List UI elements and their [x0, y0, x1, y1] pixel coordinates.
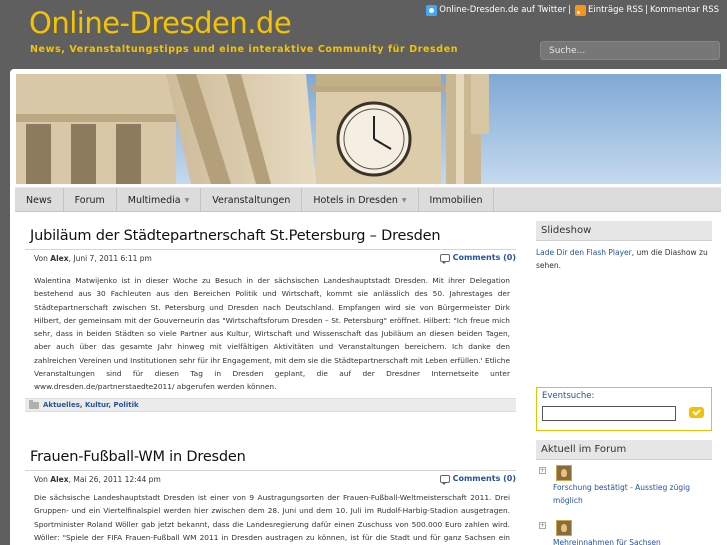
post-meta: Von Alex, Mai 26, 2011 12:44 pm: [34, 475, 161, 484]
widget-title: Aktuell im Forum: [536, 440, 712, 460]
page-content: News Forum Multimedia ▼ Veranstaltungen H…: [10, 69, 727, 545]
entries-rss-label: Einträge RSS: [587, 5, 644, 15]
nav-label: Hotels in Dresden: [313, 194, 398, 206]
main-navigation: News Forum Multimedia ▼ Veranstaltungen H…: [15, 187, 721, 212]
nav-item-multimedia[interactable]: Multimedia ▼: [117, 188, 202, 212]
post-category-links[interactable]: Aktuelles, Kultur, Politik: [43, 401, 139, 409]
folder-icon: [29, 399, 39, 409]
post-author[interactable]: Alex: [50, 475, 68, 484]
link-separator: |: [568, 5, 571, 15]
comments-link[interactable]: Comments (0): [439, 253, 516, 264]
post-meta-prefix: Von: [34, 475, 48, 484]
expand-plus-icon[interactable]: +: [539, 467, 546, 474]
comments-link-label: Comments (0): [452, 474, 516, 483]
event-search-widget: Eventsuche:: [536, 387, 712, 431]
post-categories: Aktuelles, Kultur, Politik: [25, 398, 516, 412]
event-search-colon: :: [591, 391, 595, 401]
twitter-icon: [426, 4, 438, 16]
nav-item-immobilien[interactable]: Immobilien: [419, 188, 495, 212]
header-banner-image: [16, 74, 721, 184]
post-date: , Juni 7, 2011 6:11 pm: [68, 254, 152, 263]
forum-topic-link[interactable]: Mehreinnahmen für Sachsen: [553, 537, 708, 545]
nav-label: Immobilien: [429, 194, 483, 206]
post-body: Walentina Matwijenko ist in dieser Woche…: [34, 276, 510, 392]
forum-list-item: + Mehreinnahmen für Sachsen: [536, 520, 712, 545]
widget-title: Slideshow: [536, 221, 712, 241]
nav-label: Forum: [74, 194, 105, 206]
nav-item-news[interactable]: News: [15, 188, 64, 212]
forum-list-item: + Forschung bestätigt - Ausstieg zügig m…: [536, 465, 712, 505]
post-title[interactable]: Frauen-Fußball-WM in Dresden: [25, 449, 516, 465]
chevron-down-icon: ▼: [401, 196, 407, 204]
rss-icon: [574, 4, 586, 16]
twitter-link[interactable]: Online-Dresden.de auf Twitter: [426, 4, 567, 16]
twitter-link-label: Online-Dresden.de auf Twitter: [439, 5, 567, 15]
event-search-submit-button[interactable]: [689, 407, 704, 418]
comments-rss-link[interactable]: Kommentar RSS: [650, 5, 719, 15]
comments-link-label: Comments (0): [452, 253, 516, 262]
post-meta: Von Alex, Juni 7, 2011 6:11 pm: [34, 254, 152, 263]
forum-widget: Aktuell im Forum: [536, 440, 712, 460]
flash-player-link[interactable]: Lade Dir den Flash Player: [536, 248, 632, 257]
flash-notice: Lade Dir den Flash Player, um die Diasho…: [536, 241, 712, 272]
header-links: Online-Dresden.de auf Twitter | Einträge…: [426, 2, 719, 18]
post-article: Frauen-Fußball-WM in Dresden Von Alex, M…: [25, 449, 516, 542]
site-tagline: News, Veranstaltungstipps und eine inter…: [30, 44, 459, 55]
event-search-input[interactable]: [542, 406, 676, 421]
slideshow-widget: Slideshow Lade Dir den Flash Player, um …: [536, 221, 712, 272]
post-meta-prefix: Von: [34, 254, 48, 263]
entries-rss-link[interactable]: Einträge RSS: [573, 4, 644, 16]
nav-item-veranstaltungen[interactable]: Veranstaltungen: [201, 188, 303, 212]
search-input[interactable]: [540, 41, 720, 60]
event-search-label-text: Eventsuche: [542, 391, 592, 401]
event-search-label: Eventsuche:: [542, 391, 594, 401]
post-author[interactable]: Alex: [50, 254, 68, 263]
post-title[interactable]: Jubiläum der Städtepartnerschaft St.Pete…: [25, 228, 516, 244]
avatar: [556, 465, 572, 481]
post-article: Jubiläum der Städtepartnerschaft St.Pete…: [25, 228, 516, 412]
nav-label: Veranstaltungen: [212, 194, 291, 206]
avatar: [556, 520, 572, 536]
comment-bubble-icon: [439, 474, 450, 485]
post-date: , Mai 26, 2011 12:44 pm: [68, 475, 161, 484]
nav-label: Multimedia: [127, 194, 181, 206]
comment-bubble-icon: [439, 253, 450, 264]
link-separator: |: [645, 5, 649, 15]
nav-item-forum[interactable]: Forum: [64, 188, 117, 212]
expand-plus-icon[interactable]: +: [539, 522, 546, 529]
post-body: Die sächsische Landeshauptstadt Dresden …: [34, 493, 510, 542]
forum-topic-link[interactable]: Forschung bestätigt - Ausstieg zügig mög…: [553, 482, 708, 507]
post-title-divider: [25, 249, 516, 250]
post-title-divider: [25, 470, 516, 471]
site-title[interactable]: Online-Dresden.de: [29, 6, 292, 40]
nav-item-hotels[interactable]: Hotels in Dresden ▼: [302, 188, 419, 212]
comments-link[interactable]: Comments (0): [439, 474, 516, 485]
chevron-down-icon: ▼: [184, 196, 190, 204]
nav-label: News: [26, 194, 52, 206]
site-header: Online-Dresden.de News, Veranstaltungsti…: [0, 0, 727, 68]
